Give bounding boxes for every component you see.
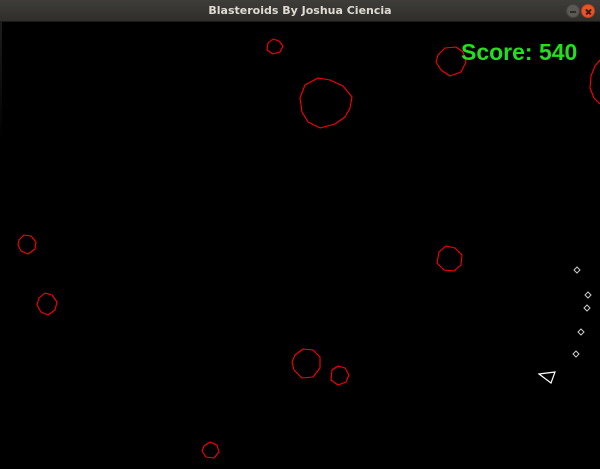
asteroid-bottom-mid <box>291 348 321 379</box>
player-ship <box>537 371 556 384</box>
asteroid-bottom-small <box>330 365 350 386</box>
asteroid-small-top <box>266 38 284 55</box>
asteroid-edge-right <box>589 59 600 105</box>
asteroid-large <box>299 77 353 129</box>
playfield <box>17 38 600 459</box>
bullet <box>583 304 591 312</box>
asteroid-left-upper <box>17 234 37 255</box>
bullet <box>572 350 580 358</box>
bullet <box>573 266 581 274</box>
asteroid-mid-right <box>436 245 463 272</box>
bullet <box>584 291 592 299</box>
score-display: Score: 540 <box>461 39 578 65</box>
asteroid-bottom-tiny <box>201 441 220 459</box>
game-window: Blasteroids By Joshua Ciencia Score: 540 <box>0 0 600 469</box>
asteroid-left-lower <box>36 292 58 316</box>
bullet <box>577 328 585 336</box>
